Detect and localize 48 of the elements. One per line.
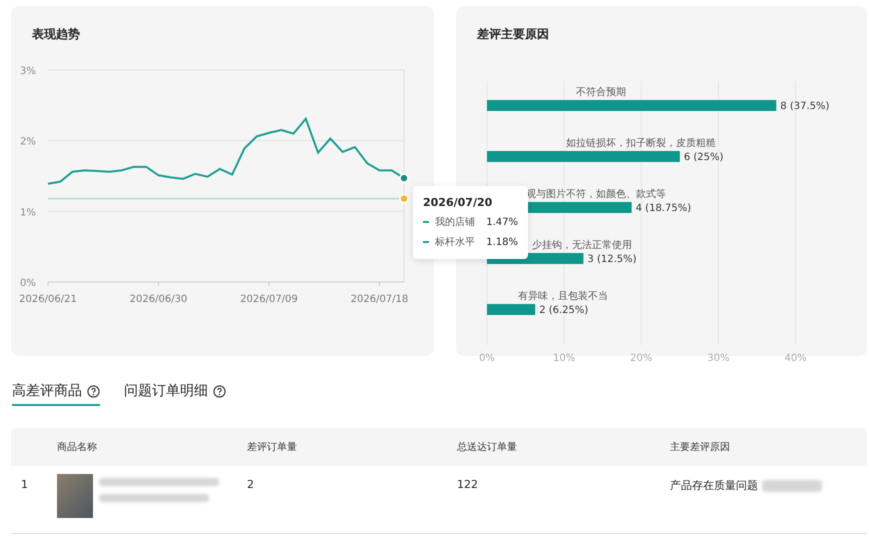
axis-label: 2% [20,136,36,148]
axis-label: 2026/06/30 [130,294,188,305]
value-label: 8 (37.5%) [780,101,830,112]
axis-label: 40% [784,353,807,364]
series-name: 我的店铺 [435,216,476,229]
value-label: 3 (12.5%) [587,254,637,265]
bar-label: 不符合预期 [576,87,626,98]
series-value: 1.18% [486,236,518,248]
value-label: 4 (18.75%) [636,203,692,214]
point-marker [399,194,409,204]
series-name: 标杆水平 [435,236,476,249]
help-icon[interactable] [213,384,226,398]
column-header: 商品名称 [57,440,98,454]
card-title: 差评主要原因 [477,26,550,43]
axis-label: 2026/07/09 [240,294,298,305]
help-icon[interactable] [87,384,100,398]
tooltip-date: 2026/07/20 [423,196,494,209]
bar-label: 有异味，且包装不当 [518,291,608,302]
value-label: 6 (25%) [684,152,724,163]
axis-label: 10% [553,353,576,364]
table-cell-text: 122 [457,478,479,491]
series-marker [423,221,429,223]
axis-label: 3% [20,66,36,77]
tab[interactable]: 高差评商品 [12,382,100,406]
column-header: 主要差评原因 [670,440,731,454]
point-marker [399,173,409,183]
photo-placeholder [57,474,93,518]
axis-label: 1% [20,207,36,218]
value-label: 2 (6.25%) [539,305,588,316]
bar [487,304,536,315]
axis-label: 2026/06/21 [19,294,77,305]
axis-label: 2026/07/18 [350,294,408,305]
series-marker [423,241,429,243]
series-value: 1.47% [486,216,518,228]
axis-label: 30% [707,353,730,364]
axis-label: 20% [630,353,652,364]
blurred-text [762,480,822,492]
bar-label: 少挂钩，无法正常使用 [532,240,632,251]
column-header: 总送达订单量 [457,440,518,454]
axis-label: 0% [20,278,36,289]
table-cell: 产品存在质量问题 [670,478,758,493]
tab[interactable]: 问题订单明细 [124,382,226,406]
card-title: 表现趋势 [32,26,81,43]
table-cell-text: 1 [20,478,29,491]
column-header: 差评订单量 [247,440,298,454]
axis-label: 0% [479,353,495,364]
table-cell-text: 2 [247,478,255,491]
bar-label: 如拉链损坏，扣子断裂，皮质粗糙 [566,138,716,149]
